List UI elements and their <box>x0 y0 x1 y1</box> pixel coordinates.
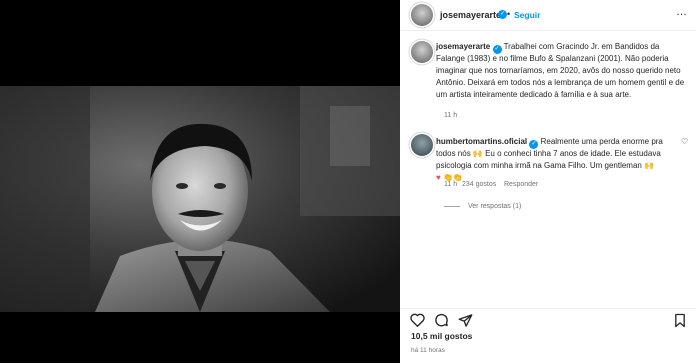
caption-username[interactable]: josemayerarte <box>436 42 490 51</box>
post-caption: josemayerarte ✓ Trabalhei com Gracindo J… <box>436 41 686 101</box>
verified-badge-icon: ✓ <box>492 45 502 54</box>
post-photo[interactable] <box>0 86 400 312</box>
comment-username[interactable]: humbertomartins.oficial <box>436 137 527 146</box>
comment-timestamp[interactable]: 11 h <box>444 181 457 188</box>
share-icon[interactable] <box>458 313 473 331</box>
comment-likes-count[interactable]: 234 gostos <box>462 181 496 188</box>
comment-icon[interactable] <box>434 313 449 331</box>
caption-avatar[interactable] <box>411 41 433 63</box>
caption-timestamp[interactable]: 11 h <box>444 112 457 119</box>
more-options-icon[interactable]: … <box>676 6 688 18</box>
view-replies-button[interactable]: Ver respostas (1) <box>444 203 521 210</box>
view-replies-label: Ver respostas (1) <box>468 203 522 210</box>
post-sidebar: josemayerarte ✓ • Seguir … josemayerarte… <box>400 0 696 363</box>
replies-line-divider <box>444 205 460 207</box>
author-username[interactable]: josemayerarte <box>440 10 501 20</box>
post-timestamp[interactable]: há 11 horas <box>411 347 445 354</box>
author-avatar[interactable] <box>411 4 433 26</box>
verified-badge-icon: ✓ <box>529 140 539 149</box>
likes-count[interactable]: 10,5 mil gostos <box>411 331 472 341</box>
heart-icon[interactable] <box>410 313 425 330</box>
bookmark-icon[interactable] <box>674 313 686 331</box>
reply-button[interactable]: Responder <box>504 181 538 188</box>
post-viewer: josemayerarte ✓ • Seguir … josemayerarte… <box>0 0 696 363</box>
commenter-avatar[interactable] <box>411 134 433 156</box>
follow-button[interactable]: Seguir <box>514 10 540 20</box>
separator-dot: • <box>507 9 511 19</box>
media-pane <box>0 0 400 363</box>
comment-body: humbertomartins.oficial ✓ Realmente uma … <box>436 136 672 184</box>
comment-like-heart-icon[interactable]: ♡ <box>681 137 688 146</box>
portrait-image <box>0 86 400 312</box>
verified-badge-icon: ✓ <box>498 10 507 19</box>
